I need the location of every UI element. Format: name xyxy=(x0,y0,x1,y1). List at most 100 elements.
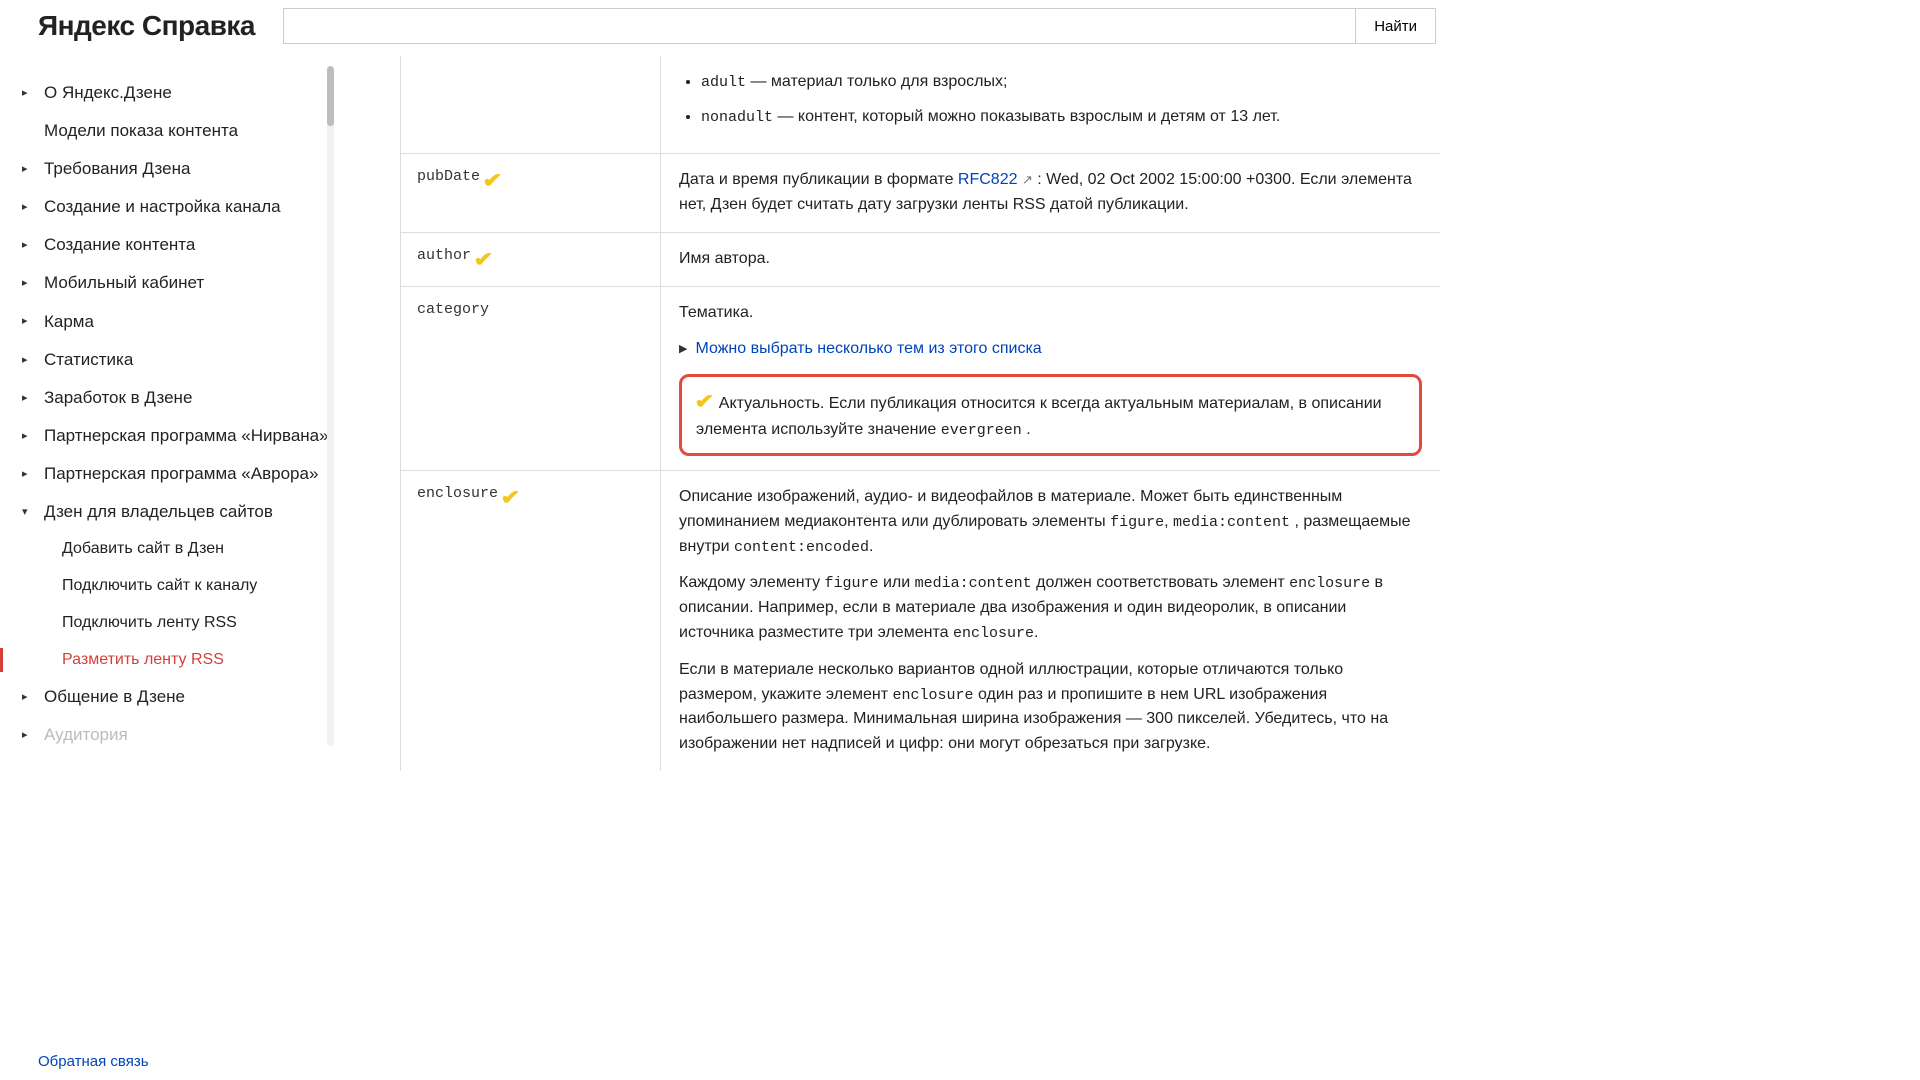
sidebar-item-label: Подключить сайт к каналу xyxy=(62,576,257,597)
check-icon: ✔ xyxy=(482,168,502,193)
cell-key-empty xyxy=(401,56,661,153)
caret-right-icon: ▸ xyxy=(22,86,36,100)
list-item: nonadult — контент, который можно показы… xyxy=(701,105,1422,130)
caret-right-icon: ▸ xyxy=(22,238,36,252)
sidebar-scrollbar[interactable] xyxy=(327,66,334,746)
sidebar-item[interactable]: ▸Модели показа контента xyxy=(20,112,330,150)
caret-right-icon: ▸ xyxy=(22,728,36,742)
check-icon: ✔ xyxy=(694,387,714,418)
sidebar-item-label: Дзен для владельцев сайтов xyxy=(44,501,273,523)
cell-val: Тематика. ▶Можно выбрать несколько тем и… xyxy=(661,287,1440,470)
code: media:content xyxy=(915,575,1032,592)
key-author: author xyxy=(417,247,471,264)
text: Каждому элементу xyxy=(679,574,825,591)
code: enclosure xyxy=(953,625,1034,642)
caret-right-icon: ▸ xyxy=(22,467,36,481)
check-icon: ✔ xyxy=(500,485,520,510)
sidebar-item[interactable]: Подключить сайт к каналу xyxy=(20,568,330,605)
sidebar-item[interactable]: ▸ Общение в Дзене xyxy=(20,678,330,716)
sidebar-item-label: Требования Дзена xyxy=(44,158,190,180)
text: — контент, который можно показывать взро… xyxy=(773,108,1280,125)
spec-table: adult — материал только для взрослых; no… xyxy=(400,56,1440,771)
sidebar-item-label: Партнерская программа «Аврора» xyxy=(44,463,318,485)
sidebar-item[interactable]: ▸ Создание и настройка канала xyxy=(20,188,330,226)
sidebar-item-label: Модели показа контента xyxy=(44,120,238,142)
caret-right-icon: ▸ xyxy=(22,162,36,176)
sidebar-item-label: Создание контента xyxy=(44,234,195,256)
expandable-topics[interactable]: ▶Можно выбрать несколько тем из этого сп… xyxy=(679,337,1422,362)
code-nonadult: nonadult xyxy=(701,109,773,126)
caret-right-icon: ▸ xyxy=(22,429,36,443)
sidebar-item-label: Мобильный кабинет xyxy=(44,272,204,294)
code: media:content xyxy=(1173,514,1290,531)
text: — материал только для взрослых; xyxy=(746,73,1007,90)
text: или xyxy=(879,574,915,591)
table-row: enclosure✔ Описание изображений, аудио- … xyxy=(401,471,1440,771)
table-row: author✔ Имя автора. xyxy=(401,233,1440,287)
caret-right-icon: ▸ xyxy=(22,690,36,704)
cell-key: enclosure✔ xyxy=(401,471,661,771)
sidebar-item[interactable]: ▸Заработок в Дзене xyxy=(20,379,330,417)
caret-down-icon: ▾ xyxy=(22,505,36,519)
cell-val: Имя автора. xyxy=(661,233,1440,286)
sidebar-item[interactable]: ▾ Дзен для владельцев сайтов xyxy=(20,493,330,531)
caret-right-icon: ▶ xyxy=(679,341,687,358)
sidebar-item[interactable]: ▸ Партнерская программа «Аврора» xyxy=(20,455,330,493)
caret-right-icon: ▸ xyxy=(22,391,36,405)
main-layout: ▸О Яндекс.Дзене▸Модели показа контента▸Т… xyxy=(0,56,1456,782)
key-enclosure: enclosure xyxy=(417,485,498,502)
site-logo: Яндекс Справка xyxy=(38,10,255,42)
code: enclosure xyxy=(1289,575,1370,592)
text: Актуальность. Если публикация относится … xyxy=(696,395,1382,438)
sidebar-item[interactable]: ▸Карма xyxy=(20,303,330,341)
text: должен соответствовать элемент xyxy=(1032,574,1289,591)
code: figure xyxy=(825,575,879,592)
text: . xyxy=(1034,624,1038,641)
text: Тематика. xyxy=(679,301,1422,326)
cell-key: category xyxy=(401,287,661,470)
text: . xyxy=(1022,421,1031,438)
sidebar-item[interactable]: ▸Аудитория xyxy=(20,716,330,754)
caret-right-icon: ▸ xyxy=(22,200,36,214)
rfc822-link[interactable]: RFC822 xyxy=(958,171,1018,188)
sidebar-item[interactable]: Подключить ленту RSS xyxy=(20,605,330,642)
sidebar-item-label: Добавить сайт в Дзен xyxy=(62,539,224,560)
search-form: Найти xyxy=(283,8,1436,44)
feedback-link[interactable]: Обратная связь xyxy=(38,1053,149,1070)
header: Яндекс Справка Найти xyxy=(0,0,1456,56)
table-row: pubDate✔ Дата и время публикации в форма… xyxy=(401,154,1440,233)
sidebar-item-label: Создание и настройка канала xyxy=(44,196,281,218)
bullet-list: adult — материал только для взрослых; no… xyxy=(679,70,1422,129)
cell-key: author✔ xyxy=(401,233,661,286)
cell-val: Описание изображений, аудио- и видеофайл… xyxy=(661,471,1440,771)
sidebar-item[interactable]: ▸ Статистика xyxy=(20,341,330,379)
caret-right-icon: ▸ xyxy=(22,314,36,328)
content-area: adult — материал только для взрослых; no… xyxy=(340,56,1456,782)
search-input[interactable] xyxy=(283,8,1356,44)
sidebar-item-label: Партнерская программа «Нирвана» xyxy=(44,425,329,447)
sidebar-item-label: О Яндекс.Дзене xyxy=(44,82,172,104)
sidebar-item[interactable]: ▸ Мобильный кабинет xyxy=(20,264,330,302)
code-adult: adult xyxy=(701,74,746,91)
search-button[interactable]: Найти xyxy=(1356,8,1436,44)
sidebar-item-label: Разметить ленту RSS xyxy=(62,650,224,671)
sidebar-item-label: Общение в Дзене xyxy=(44,686,185,708)
table-row: category Тематика. ▶Можно выбрать нескол… xyxy=(401,287,1440,471)
scrollbar-thumb[interactable] xyxy=(327,66,334,126)
sidebar-item[interactable]: ▸ О Яндекс.Дзене xyxy=(20,74,330,112)
sidebar-item[interactable]: ▸ Требования Дзена xyxy=(20,150,330,188)
text: . xyxy=(869,538,873,555)
sidebar-item-label: Подключить ленту RSS xyxy=(62,613,237,634)
sidebar: ▸О Яндекс.Дзене▸Модели показа контента▸Т… xyxy=(0,56,340,782)
sidebar-item[interactable]: Добавить сайт в Дзен xyxy=(20,531,330,568)
check-icon: ✔ xyxy=(473,247,493,272)
sidebar-item-label: Статистика xyxy=(44,349,133,371)
list-item: adult — материал только для взрослых; xyxy=(701,70,1422,95)
sidebar-item[interactable]: ▸ Партнерская программа «Нирвана» xyxy=(20,417,330,455)
sidebar-item[interactable]: Разметить ленту RSS xyxy=(20,642,330,679)
caret-right-icon: ▸ xyxy=(22,353,36,367)
cell-val: adult — материал только для взрослых; no… xyxy=(661,56,1440,153)
text: , xyxy=(1164,513,1173,530)
caret-right-icon: ▸ xyxy=(22,276,36,290)
sidebar-item[interactable]: ▸ Создание контента xyxy=(20,226,330,264)
